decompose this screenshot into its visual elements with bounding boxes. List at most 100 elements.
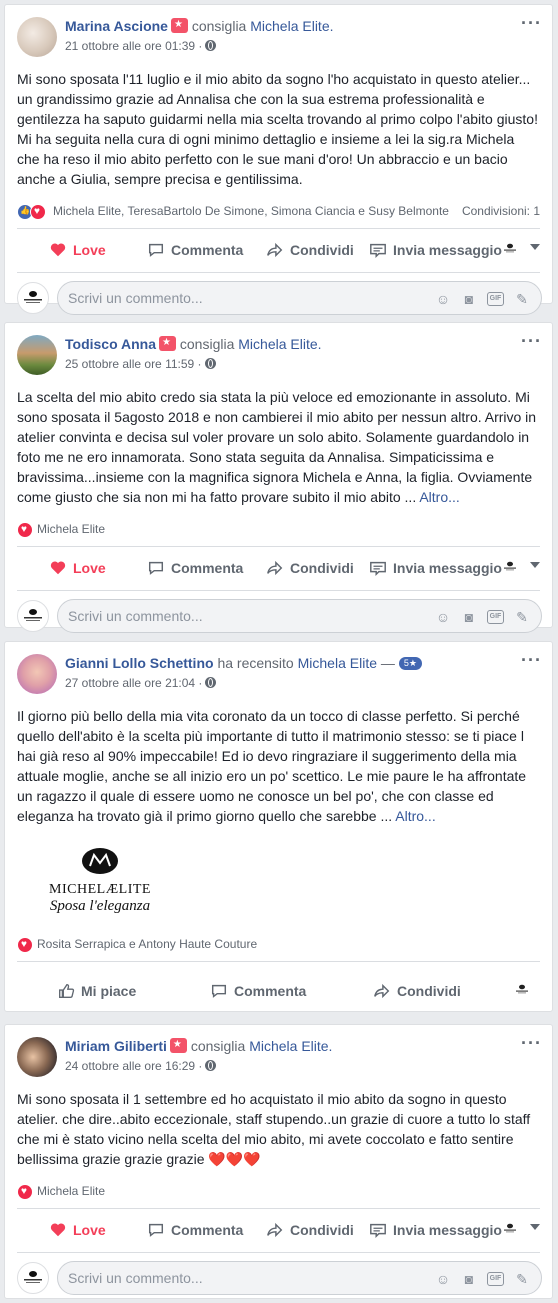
author-name[interactable]: Todisco Anna	[65, 336, 156, 352]
see-more-link[interactable]: Altro...	[419, 489, 459, 505]
post-text: Il giorno più bello della mia vita coron…	[17, 708, 527, 824]
emoji-icon[interactable]: ☺	[435, 1271, 451, 1287]
recommendation-icon	[159, 336, 176, 351]
post-text: Mi sono sposata l'11 luglio e il mio abi…	[17, 71, 538, 187]
page-avatar	[17, 282, 49, 314]
page-logo-icon[interactable]	[514, 984, 530, 994]
author-avatar[interactable]	[17, 654, 57, 694]
camera-icon[interactable]: ◙	[461, 1271, 477, 1287]
author-avatar[interactable]	[17, 17, 57, 57]
more-options-icon[interactable]: ···	[521, 331, 542, 352]
post-verb: consiglia	[179, 336, 235, 352]
post-date[interactable]: 24 ottobre alle ore 16:29 ·	[65, 1059, 202, 1073]
sticker-icon[interactable]: ✎	[514, 609, 530, 625]
share-button[interactable]: Condividi	[373, 982, 461, 1000]
author-avatar[interactable]	[17, 1037, 57, 1077]
post-card: Todisco Anna consiglia Michela Elite. 25…	[4, 322, 553, 633]
post-text: La scelta del mio abito credo sia stata …	[17, 389, 537, 505]
gif-icon[interactable]: GIF	[487, 1272, 504, 1287]
author-name[interactable]: Miriam Giliberti	[65, 1038, 167, 1054]
shares-count[interactable]: Condivisioni: 1	[462, 204, 540, 218]
send-message-button[interactable]: Invia messaggio	[369, 559, 502, 577]
sticker-icon[interactable]: ✎	[514, 1271, 530, 1287]
more-options-icon[interactable]: ···	[521, 650, 542, 671]
post-date[interactable]: 21 ottobre alle ore 01:39 ·	[65, 39, 202, 53]
globe-icon	[204, 358, 216, 369]
send-message-button[interactable]: Invia messaggio	[369, 1221, 502, 1239]
page-avatar	[17, 1262, 49, 1294]
chevron-down-icon[interactable]	[530, 562, 540, 568]
camera-icon[interactable]: ◙	[461, 609, 477, 625]
reaction-names[interactable]: Rosita Serrapica e Antony Haute Couture	[37, 937, 257, 951]
comment-button[interactable]: Commenta	[147, 241, 243, 259]
love-reaction-icon	[17, 1184, 33, 1200]
chevron-down-icon[interactable]	[530, 244, 540, 250]
page-link[interactable]: Michela Elite.	[250, 18, 333, 34]
love-button[interactable]: Love	[49, 559, 106, 577]
brand-name: MICHELÆLITE	[49, 882, 151, 897]
emoji-icon[interactable]: ☺	[435, 291, 451, 307]
share-button[interactable]: Condividi	[266, 1221, 354, 1239]
see-more-link[interactable]: Altro...	[395, 808, 435, 824]
gif-icon[interactable]: GIF	[487, 610, 504, 625]
love-button[interactable]: Love	[49, 241, 106, 259]
reaction-icons[interactable]	[17, 204, 46, 220]
comment-button[interactable]: Commenta	[210, 982, 306, 1000]
message-icon	[370, 561, 386, 577]
like-button[interactable]: Mi piace	[57, 982, 136, 1000]
love-button[interactable]: Love	[49, 1221, 106, 1239]
page-avatar	[17, 600, 49, 632]
post-verb: consiglia	[191, 18, 247, 34]
page-logo-icon[interactable]	[502, 561, 518, 571]
gif-icon[interactable]: GIF	[487, 292, 504, 307]
share-icon	[267, 242, 283, 258]
author-avatar[interactable]	[17, 335, 57, 375]
brand-logo[interactable]: MICHELÆLITE Sposa l'eleganza	[35, 847, 165, 915]
share-icon	[267, 1222, 283, 1238]
page-link[interactable]: Michela Elite.	[249, 1038, 332, 1054]
page-logo-icon[interactable]	[502, 243, 518, 253]
brand-tagline: Sposa l'eleganza	[49, 898, 151, 914]
page-link[interactable]: Michela Elite	[298, 655, 377, 671]
share-icon	[267, 560, 283, 576]
separator: —	[380, 655, 395, 671]
reaction-names[interactable]: Michela Elite, TeresaBartolo De Simone, …	[53, 204, 449, 218]
reaction-names[interactable]: Michela Elite	[37, 522, 105, 536]
reaction-icons[interactable]	[17, 937, 33, 953]
globe-icon	[205, 40, 217, 51]
message-icon	[370, 1223, 386, 1239]
post-date[interactable]: 27 ottobre alle ore 21:04 ·	[65, 676, 202, 690]
page-logo-icon[interactable]	[502, 1223, 518, 1233]
more-options-icon[interactable]: ···	[521, 1033, 542, 1054]
comment-icon	[148, 243, 164, 257]
author-name[interactable]: Marina Ascione	[65, 18, 168, 34]
send-message-button[interactable]: Invia messaggio	[369, 241, 502, 259]
recommendation-icon	[169, 1038, 187, 1053]
reaction-names[interactable]: Michela Elite	[37, 1184, 105, 1198]
comment-button[interactable]: Commenta	[147, 1221, 243, 1239]
post-verb: consiglia	[190, 1038, 246, 1054]
brand-emblem-icon	[82, 848, 118, 874]
emoji-icon[interactable]: ☺	[435, 609, 451, 625]
comment-icon	[148, 1223, 164, 1237]
share-button[interactable]: Condividi	[266, 559, 354, 577]
globe-icon	[205, 1060, 217, 1071]
chevron-down-icon[interactable]	[530, 1224, 540, 1230]
page-link[interactable]: Michela Elite.	[238, 336, 321, 352]
love-reaction-icon	[17, 937, 33, 953]
camera-icon[interactable]: ◙	[461, 291, 477, 307]
comment-icon	[148, 561, 164, 575]
thumbs-up-icon	[59, 984, 75, 998]
share-button[interactable]: Condividi	[266, 241, 354, 259]
more-options-icon[interactable]: ···	[521, 13, 542, 34]
post-text: Mi sono sposata il 1 settembre ed ho acq…	[17, 1091, 531, 1167]
author-name[interactable]: Gianni Lollo Schettino	[65, 655, 214, 671]
hearts-emoji: ❤️❤️❤️	[208, 1151, 261, 1167]
heart-icon	[50, 1223, 66, 1237]
comment-button[interactable]: Commenta	[147, 559, 243, 577]
reaction-icons[interactable]	[17, 522, 33, 538]
sticker-icon[interactable]: ✎	[514, 291, 530, 307]
post-date[interactable]: 25 ottobre alle ore 11:59 ·	[65, 357, 202, 371]
reaction-icons[interactable]	[17, 1184, 33, 1200]
love-reaction-icon	[30, 204, 46, 220]
